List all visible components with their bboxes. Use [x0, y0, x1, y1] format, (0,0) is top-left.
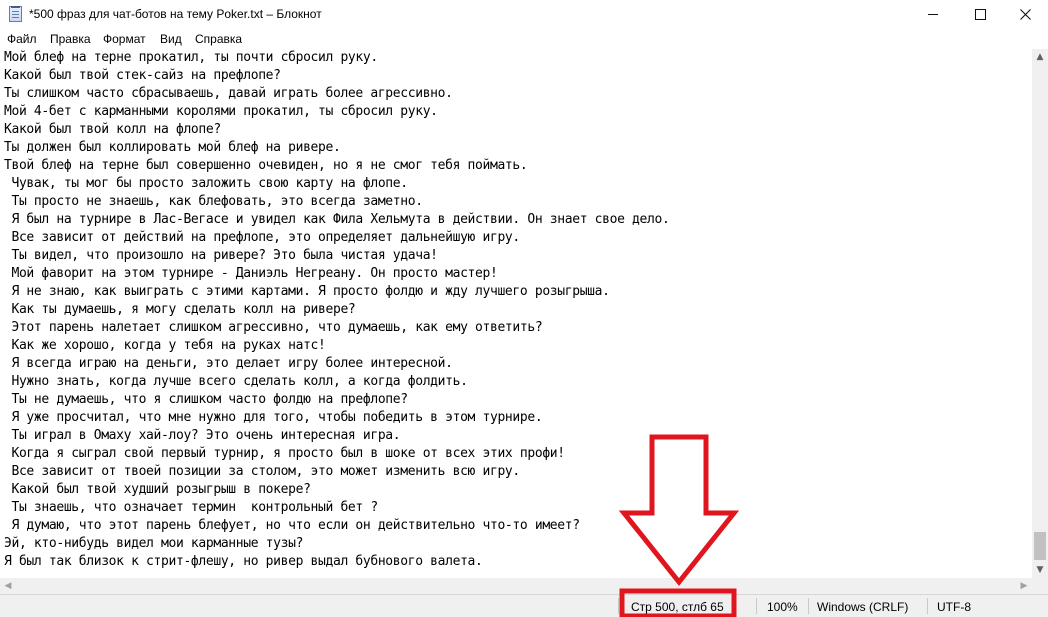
text-line: Я был на турнире в Лас-Вегасе и увидел к…	[4, 212, 670, 227]
text-editor[interactable]: Мой блеф на терне прокатил, ты почти сбр…	[0, 49, 1032, 578]
text-line: Этот парень налетает слишком агрессивно,…	[4, 320, 543, 335]
text-line: Ты не думаешь, что я слишком часто фолдю…	[4, 392, 408, 407]
text-line: Ты должен был коллировать мой блеф на ри…	[4, 140, 341, 155]
minimize-button[interactable]	[910, 0, 956, 29]
notepad-icon	[9, 6, 22, 22]
scroll-down-arrow-icon[interactable]: ▼	[1032, 562, 1048, 578]
menu-format[interactable]: Формат	[103, 32, 146, 46]
vertical-scrollbar[interactable]: ▲ ▼	[1032, 49, 1048, 578]
text-line: Я всегда играю на деньги, это делает игр…	[4, 356, 453, 371]
vertical-scroll-thumb[interactable]	[1034, 532, 1046, 560]
maximize-button[interactable]	[957, 0, 1003, 29]
horizontal-scrollbar[interactable]: ◀ ▶	[0, 578, 1032, 594]
text-line: Какой был твой худший розыгрыш в покере?	[4, 482, 311, 497]
close-icon	[1019, 9, 1031, 20]
status-separator	[808, 598, 809, 614]
minimize-icon	[928, 14, 938, 15]
status-bar: Стр 500, стлб 65 100% Windows (CRLF) UTF…	[0, 594, 1048, 617]
menu-file[interactable]: Файл	[7, 32, 37, 46]
text-line: Когда я сыграл свой первый турнир, я про…	[4, 446, 565, 461]
status-separator	[756, 598, 757, 614]
scroll-right-arrow-icon[interactable]: ▶	[1016, 578, 1032, 594]
text-line: Какой был твой стек-сайз на префлопе?	[4, 68, 281, 83]
menu-view[interactable]: Вид	[160, 32, 182, 46]
text-line: Эй, кто-нибудь видел мои карманные тузы?	[4, 536, 304, 551]
status-separator	[618, 598, 619, 614]
text-line: Ты знаешь, что означает термин контрольн…	[4, 500, 378, 515]
text-line: Ты слишком часто сбрасываешь, давай игра…	[4, 86, 453, 101]
text-line: Ты играл в Омаху хай-лоу? Это очень инте…	[4, 428, 401, 443]
text-line: Все зависит от действий на префлопе, это…	[4, 230, 520, 245]
maximize-icon	[974, 9, 986, 20]
text-line: Я был так близок к стрит-флешу, но ривер…	[4, 554, 483, 569]
text-line: Твой блеф на терне был совершенно очевид…	[4, 158, 528, 173]
window-title: *500 фраз для чат-ботов на тему Poker.tx…	[29, 7, 322, 21]
status-line-endings: Windows (CRLF)	[817, 600, 909, 614]
text-line: Мой 4-бет с карманными королями прокатил…	[4, 104, 438, 119]
status-encoding: UTF-8	[937, 600, 971, 614]
menu-edit[interactable]: Правка	[50, 32, 91, 46]
menu-bar: Файл Правка Формат Вид Справка	[0, 29, 1048, 49]
text-line: Как же хорошо, когда у тебя на руках нат…	[4, 338, 326, 353]
text-line: Я уже просчитал, что мне нужно для того,…	[4, 410, 543, 425]
text-line: Ты видел, что произошло на ривере? Это б…	[4, 248, 438, 263]
scrollbar-corner	[1032, 578, 1048, 594]
text-line: Я не знаю, как выиграть с этими картами.…	[4, 284, 610, 299]
scroll-left-arrow-icon[interactable]: ◀	[0, 578, 16, 594]
text-line: Мой фаворит на этом турнире - Даниэль Не…	[4, 266, 498, 281]
status-cursor-position: Стр 500, стлб 65	[631, 600, 724, 614]
status-zoom: 100%	[767, 600, 798, 614]
text-line: Все зависит от твоей позиции за столом, …	[4, 464, 520, 479]
title-bar: *500 фраз для чат-ботов на тему Poker.tx…	[0, 0, 1048, 29]
text-line: Чувак, ты мог бы просто заложить свою ка…	[4, 176, 408, 191]
close-button[interactable]	[1002, 0, 1048, 29]
text-line: Нужно знать, когда лучше всего сделать к…	[4, 374, 468, 389]
status-separator	[927, 598, 928, 614]
text-line: Мой блеф на терне прокатил, ты почти сбр…	[4, 50, 378, 65]
scroll-up-arrow-icon[interactable]: ▲	[1032, 49, 1048, 65]
text-line: Я думаю, что этот парень блефует, но что…	[4, 518, 580, 533]
text-line: Какой был твой колл на флопе?	[4, 122, 221, 137]
text-line: Как ты думаешь, я могу сделать колл на р…	[4, 302, 356, 317]
text-line: Ты просто не знаешь, как блефовать, это …	[4, 194, 423, 209]
menu-help[interactable]: Справка	[195, 32, 242, 46]
